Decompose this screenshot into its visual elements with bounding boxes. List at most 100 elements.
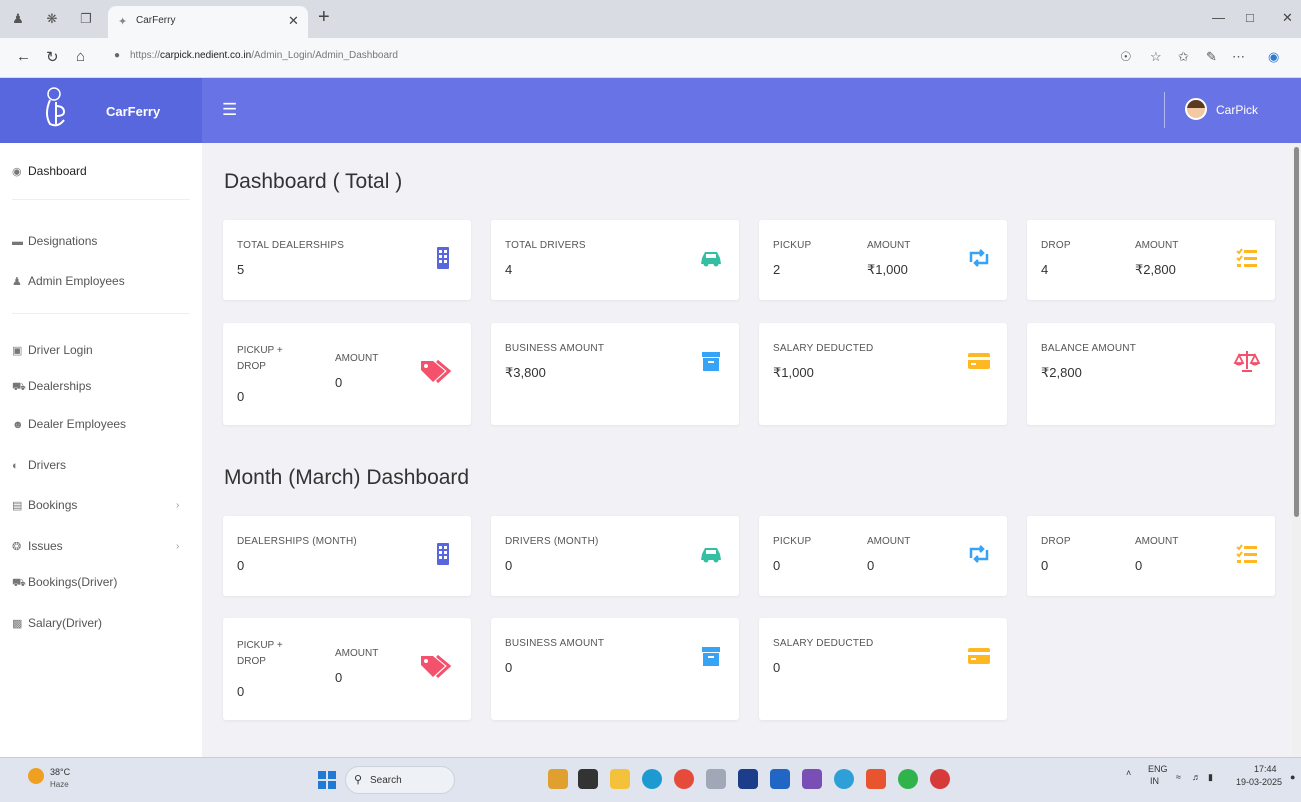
chevron-up-icon[interactable]: ˄ bbox=[1126, 768, 1131, 778]
car-icon: ⛟ bbox=[12, 577, 26, 589]
visual-studio-icon[interactable] bbox=[802, 769, 822, 789]
sidebar-item-drivers[interactable]: ◐ Drivers bbox=[12, 458, 66, 472]
stat-value: 0 bbox=[773, 558, 781, 573]
stat-value: 2 bbox=[773, 262, 781, 277]
reader-icon[interactable]: ☉ bbox=[1120, 49, 1132, 65]
task-view-icon[interactable] bbox=[578, 769, 598, 789]
sidebar-item-bookings-driver[interactable]: ⛟ Bookings(Driver) bbox=[12, 575, 117, 591]
app-icon[interactable] bbox=[834, 769, 854, 789]
url-text: https://carpick.nedient.co.in/Admin_Logi… bbox=[130, 50, 398, 61]
edge-browser-icon[interactable] bbox=[642, 769, 662, 789]
region-indicator[interactable]: IN bbox=[1150, 776, 1159, 786]
avatar[interactable] bbox=[1185, 98, 1207, 120]
home-icon[interactable]: ⌂ bbox=[76, 48, 85, 65]
refresh-icon[interactable]: ↻ bbox=[46, 48, 59, 66]
chevron-right-icon: › bbox=[176, 541, 180, 552]
brave-browser-icon[interactable] bbox=[866, 769, 886, 789]
support-icon: ❂ bbox=[12, 541, 22, 553]
amount-value: 0 bbox=[867, 558, 875, 573]
clock-date[interactable]: 19-03-2025 bbox=[1236, 777, 1282, 787]
brand-name[interactable]: CarFerry bbox=[106, 104, 160, 119]
stat-card-total-drop: DROP 4 AMOUNT ₹2,800 bbox=[1027, 220, 1275, 300]
money-icon: ▩ bbox=[12, 618, 23, 630]
more-icon[interactable]: ⋯ bbox=[1232, 49, 1245, 65]
wifi-icon[interactable]: ≈ bbox=[1176, 772, 1181, 782]
stat-card-month-pickup: PICKUP 0 AMOUNT 0 bbox=[759, 516, 1007, 596]
sidebar-divider bbox=[12, 313, 190, 314]
stat-value: 0 bbox=[237, 389, 245, 404]
app-icon[interactable] bbox=[738, 769, 758, 789]
whatsapp-icon[interactable] bbox=[898, 769, 918, 789]
amount-label: AMOUNT bbox=[335, 353, 379, 364]
sidebar-item-dealer-employees[interactable]: ☻ Dealer Employees bbox=[12, 417, 126, 431]
scrollbar-thumb[interactable] bbox=[1294, 147, 1299, 517]
menu-toggle-icon[interactable]: ☰ bbox=[222, 100, 237, 120]
stat-card-month-drop: DROP 0 AMOUNT 0 bbox=[1027, 516, 1275, 596]
credit-card-icon bbox=[968, 648, 990, 664]
close-tab-icon[interactable]: ✕ bbox=[288, 13, 299, 29]
stat-label: DEALERSHIPS (MONTH) bbox=[237, 536, 357, 547]
app-icon[interactable] bbox=[770, 769, 790, 789]
user-name[interactable]: CarPick bbox=[1216, 103, 1258, 117]
notification-icon[interactable]: ● bbox=[1290, 772, 1295, 782]
windows-start-icon[interactable] bbox=[318, 771, 336, 789]
sidebar-item-issues[interactable]: ❂ Issues bbox=[12, 539, 63, 553]
address-bar: ← ↻ ⌂ ● https://carpick.nedient.co.in/Ad… bbox=[0, 38, 1301, 78]
window-close-icon[interactable]: ✕ bbox=[1282, 10, 1293, 26]
search-placeholder: Search bbox=[370, 775, 402, 786]
amount-label: AMOUNT bbox=[1135, 536, 1179, 547]
user-circle-icon: ◐ bbox=[12, 460, 19, 472]
back-icon[interactable]: ← bbox=[16, 48, 31, 65]
retweet-icon bbox=[969, 545, 989, 563]
file-explorer-icon[interactable] bbox=[610, 769, 630, 789]
favorite-star-icon[interactable]: ☆ bbox=[1150, 49, 1162, 65]
tags-icon bbox=[421, 359, 452, 384]
search-icon: ⚲ bbox=[354, 774, 363, 786]
maximize-icon[interactable]: □ bbox=[1246, 10, 1254, 25]
volume-icon[interactable]: ♬ bbox=[1192, 772, 1201, 782]
chrome-browser-icon[interactable] bbox=[674, 769, 694, 789]
extensions-icon[interactable]: ✎ bbox=[1206, 49, 1217, 65]
copilot-app-icon[interactable] bbox=[548, 769, 568, 789]
sidebar-item-salary-driver[interactable]: ▩ Salary(Driver) bbox=[12, 616, 102, 630]
stat-label: PICKUP + DROP bbox=[237, 345, 283, 372]
stat-label: BALANCE AMOUNT bbox=[1041, 343, 1137, 354]
archive-icon bbox=[702, 647, 720, 666]
profile-icon[interactable]: ♟ bbox=[10, 11, 26, 27]
language-indicator[interactable]: ENG bbox=[1148, 764, 1168, 774]
sidebar-item-admin-employees[interactable]: ♟ Admin Employees bbox=[12, 274, 125, 288]
minimize-icon[interactable]: — bbox=[1212, 10, 1225, 25]
weather-icon[interactable] bbox=[28, 768, 44, 784]
stat-card-month-salary: SALARY DEDUCTED 0 bbox=[759, 618, 1007, 720]
stat-value: ₹3,800 bbox=[505, 365, 546, 380]
stat-label: DROP bbox=[1041, 536, 1071, 547]
sidebar-item-bookings[interactable]: ▤ Bookings bbox=[12, 498, 77, 512]
workspaces-icon[interactable]: ❋ bbox=[44, 11, 60, 27]
url-field[interactable]: ● https://carpick.nedient.co.in/Admin_Lo… bbox=[104, 44, 1114, 70]
app-icon[interactable] bbox=[706, 769, 726, 789]
sidebar-item-dealerships[interactable]: ⛟ Dealerships bbox=[12, 379, 91, 395]
tab-actions-icon[interactable]: ❐ bbox=[78, 11, 94, 27]
browser-tab[interactable]: ✦ CarFerry ✕ bbox=[108, 6, 308, 38]
weather-temp[interactable]: 38°C bbox=[50, 767, 70, 777]
new-tab-icon[interactable]: + bbox=[318, 6, 330, 29]
page-scrollbar[interactable] bbox=[1292, 143, 1301, 757]
clock-time[interactable]: 17:44 bbox=[1254, 764, 1277, 774]
stat-card-total-balance: BALANCE AMOUNT ₹2,800 bbox=[1027, 323, 1275, 425]
stat-label: BUSINESS AMOUNT bbox=[505, 343, 605, 354]
app-icon[interactable] bbox=[930, 769, 950, 789]
battery-icon[interactable]: ▮ bbox=[1208, 772, 1213, 783]
stat-card-month-dealerships: DEALERSHIPS (MONTH) 0 bbox=[223, 516, 471, 596]
stat-card-total-pickup-drop: PICKUP + DROP 0 AMOUNT 0 bbox=[223, 323, 471, 425]
weather-desc[interactable]: Haze bbox=[50, 780, 69, 789]
taskbar-search[interactable]: ⚲ Search bbox=[345, 766, 455, 794]
sidebar-item-driver-login[interactable]: ▣ Driver Login bbox=[12, 343, 93, 357]
lock-icon[interactable]: ● bbox=[114, 50, 120, 61]
building-icon bbox=[437, 543, 449, 565]
amount-label: AMOUNT bbox=[335, 648, 379, 659]
sidebar-item-dashboard[interactable]: ◉ Dashboard bbox=[12, 164, 87, 178]
favorites-icon[interactable]: ✩ bbox=[1178, 49, 1189, 65]
copilot-icon[interactable]: ◉ bbox=[1268, 49, 1279, 65]
stat-value: 0 bbox=[773, 660, 781, 675]
sidebar-item-designations[interactable]: ▬ Designations bbox=[12, 234, 97, 248]
